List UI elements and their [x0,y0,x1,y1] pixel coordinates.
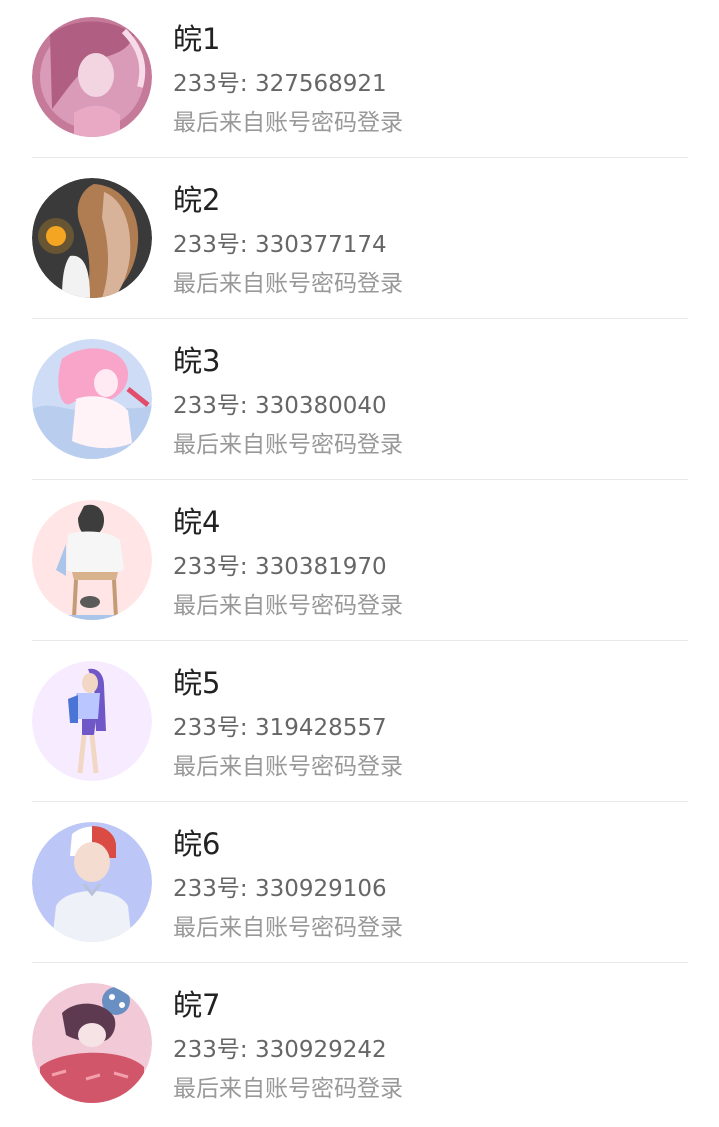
divider [32,157,688,158]
account-name: 皖4 [173,505,221,539]
avatar-image [32,500,152,620]
account-name: 皖2 [173,183,221,217]
account-item[interactable]: 皖2 233号: 330377174 最后来自账号密码登录 [0,161,719,322]
divider [32,801,688,802]
account-number: 233号: 330381970 [173,554,387,580]
account-item[interactable]: 皖1 233号: 327568921 最后来自账号密码登录 [0,0,719,161]
avatar [32,500,152,620]
account-name: 皖3 [173,344,221,378]
account-name: 皖1 [173,22,221,56]
account-number: 233号: 327568921 [173,71,387,97]
avatar-image [32,822,152,942]
account-number: 233号: 319428557 [173,715,387,741]
account-item[interactable]: 皖7 233号: 330929242 最后来自账号密码登录 [0,966,719,1127]
account-list: 皖1 233号: 327568921 最后来自账号密码登录 皖2 233号: 3… [0,0,719,1106]
account-item[interactable]: 皖4 233号: 330381970 最后来自账号密码登录 [0,483,719,644]
divider [32,962,688,963]
account-number: 233号: 330929242 [173,1037,387,1063]
avatar [32,661,152,781]
account-number: 233号: 330377174 [173,232,387,258]
account-item[interactable]: 皖6 233号: 330929106 最后来自账号密码登录 [0,805,719,966]
login-source-text: 最后来自账号密码登录 [173,271,403,297]
account-number: 233号: 330929106 [173,876,387,902]
avatar-image [32,661,152,781]
avatar [32,339,152,459]
avatar-image [32,17,152,137]
account-number: 233号: 330380040 [173,393,387,419]
login-source-text: 最后来自账号密码登录 [173,432,403,458]
account-name: 皖7 [173,988,221,1022]
login-source-text: 最后来自账号密码登录 [173,754,403,780]
avatar [32,178,152,298]
account-name: 皖6 [173,827,221,861]
login-source-text: 最后来自账号密码登录 [173,110,403,136]
login-source-text: 最后来自账号密码登录 [173,915,403,941]
avatar-image [32,339,152,459]
avatar-image [32,983,152,1103]
account-item[interactable]: 皖5 233号: 319428557 最后来自账号密码登录 [0,644,719,805]
account-name: 皖5 [173,666,221,700]
avatar-image [32,178,152,298]
avatar [32,983,152,1103]
login-source-text: 最后来自账号密码登录 [173,593,403,619]
divider [32,640,688,641]
avatar [32,17,152,137]
divider [32,318,688,319]
account-item[interactable]: 皖3 233号: 330380040 最后来自账号密码登录 [0,322,719,483]
avatar [32,822,152,942]
divider [32,479,688,480]
login-source-text: 最后来自账号密码登录 [173,1076,403,1102]
